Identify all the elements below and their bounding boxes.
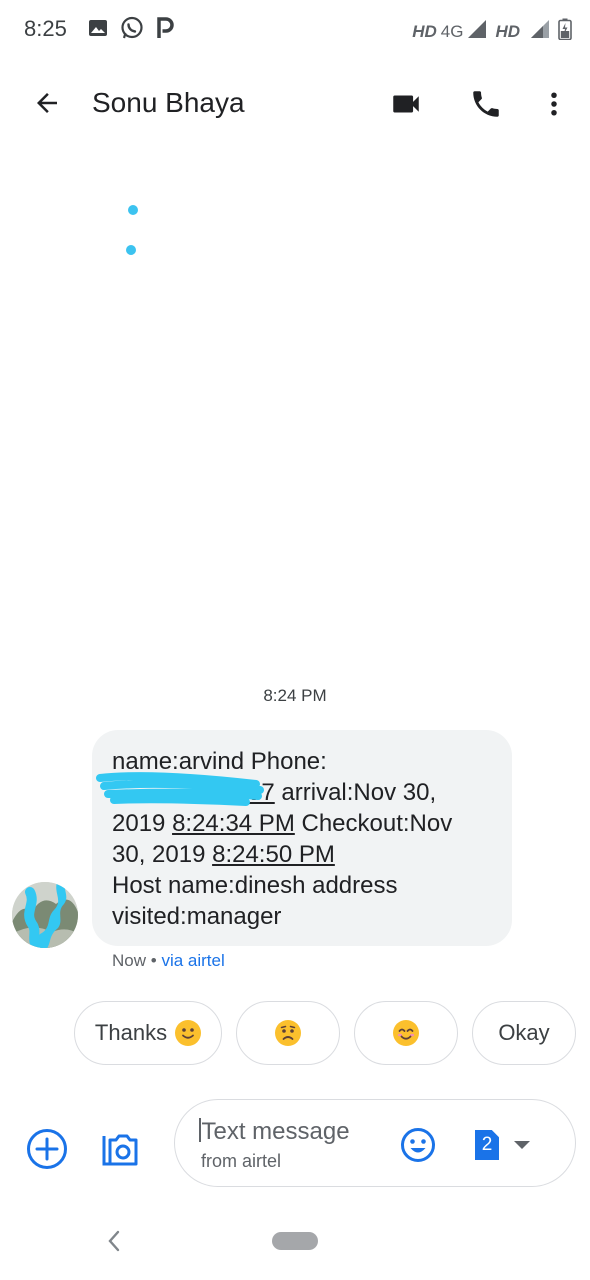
back-button[interactable] <box>26 82 68 124</box>
video-call-button[interactable] <box>386 84 426 124</box>
dropdown-arrow-icon <box>514 1141 530 1149</box>
message-timestamp: 8:24 PM <box>263 686 327 705</box>
chevron-left-icon <box>108 1230 120 1252</box>
message-line: 30, 2019 8:24:50 PM <box>112 841 335 868</box>
status-time: 8:25 <box>24 16 67 41</box>
battery-icon <box>558 18 572 45</box>
p-app-icon <box>156 17 174 44</box>
compose-carrier-hint: from airtel <box>201 1151 282 1171</box>
arrival-time-link[interactable]: 8:24:34 PM <box>172 810 295 837</box>
video-call-icon <box>393 95 419 113</box>
message-time: Now <box>112 951 147 970</box>
smart-reply-thanks[interactable]: Thanks <box>74 1001 222 1065</box>
status-bar: 8:25 HD 4G HD <box>0 0 590 58</box>
emoji-button[interactable] <box>399 1126 437 1164</box>
message-line: 2019 8:24:34 PM Checkout:Nov <box>112 810 453 837</box>
message-carrier: via airtel <box>161 951 225 970</box>
sim-number: 2 <box>481 1134 493 1155</box>
redaction-scribble <box>96 772 264 806</box>
phone-icon <box>473 91 499 117</box>
sim-icon: 2 <box>475 1130 499 1160</box>
sim-selector[interactable]: 2 <box>475 1126 541 1164</box>
smart-reply-label: Okay <box>498 1020 550 1045</box>
message-line: Host name:dinesh address <box>112 872 398 899</box>
avatar[interactable] <box>12 882 78 948</box>
phone-call-button[interactable] <box>466 84 506 124</box>
camera-button[interactable] <box>98 1126 142 1170</box>
smart-reply-okay[interactable]: Okay <box>472 1001 576 1065</box>
network-2-hd: HD <box>495 21 520 41</box>
signal-icon <box>530 19 550 44</box>
text-cursor <box>199 1118 201 1142</box>
smiling-face-icon <box>393 1020 419 1046</box>
loading-dot <box>128 205 138 215</box>
message-line: visited:manager <box>112 903 282 930</box>
contact-name[interactable]: Sonu Bhaya <box>92 87 245 119</box>
signal-icon <box>467 19 487 44</box>
smart-reply-worried[interactable] <box>236 1001 340 1065</box>
worried-face-icon <box>275 1020 301 1046</box>
whatsapp-icon <box>120 16 144 45</box>
meta-separator: • <box>150 951 157 970</box>
message-input[interactable]: Text message <box>199 1118 350 1145</box>
more-options-button[interactable] <box>534 84 574 124</box>
message-meta: Now • via airtel <box>112 951 225 971</box>
app-bar: Sonu Bhaya <box>0 62 590 146</box>
image-icon <box>88 18 108 43</box>
message-input-placeholder: Text message <box>201 1118 350 1145</box>
slightly-smiling-face-icon <box>175 1020 202 1046</box>
add-attachment-button[interactable] <box>26 1128 68 1170</box>
compose-box[interactable]: Text message from airtel 2 <box>174 1099 576 1187</box>
nav-home-pill[interactable] <box>272 1232 318 1250</box>
emoji-icon <box>401 1128 435 1162</box>
network-1-hd: HD <box>412 21 437 41</box>
message-bubble[interactable]: name:arvind Phone: 79797 arrival:Nov 30,… <box>92 730 512 946</box>
nav-back-button[interactable] <box>102 1226 126 1256</box>
smart-reply-smile[interactable] <box>354 1001 458 1065</box>
smart-reply-label: Thanks <box>94 1020 168 1045</box>
back-arrow-icon <box>37 93 57 113</box>
network-1-type: 4G <box>440 21 464 41</box>
add-circle-icon <box>27 1129 67 1169</box>
more-vert-icon <box>551 92 557 116</box>
loading-dot <box>126 245 136 255</box>
checkout-time-link[interactable]: 8:24:50 PM <box>212 841 335 868</box>
camera-icon <box>102 1134 138 1166</box>
